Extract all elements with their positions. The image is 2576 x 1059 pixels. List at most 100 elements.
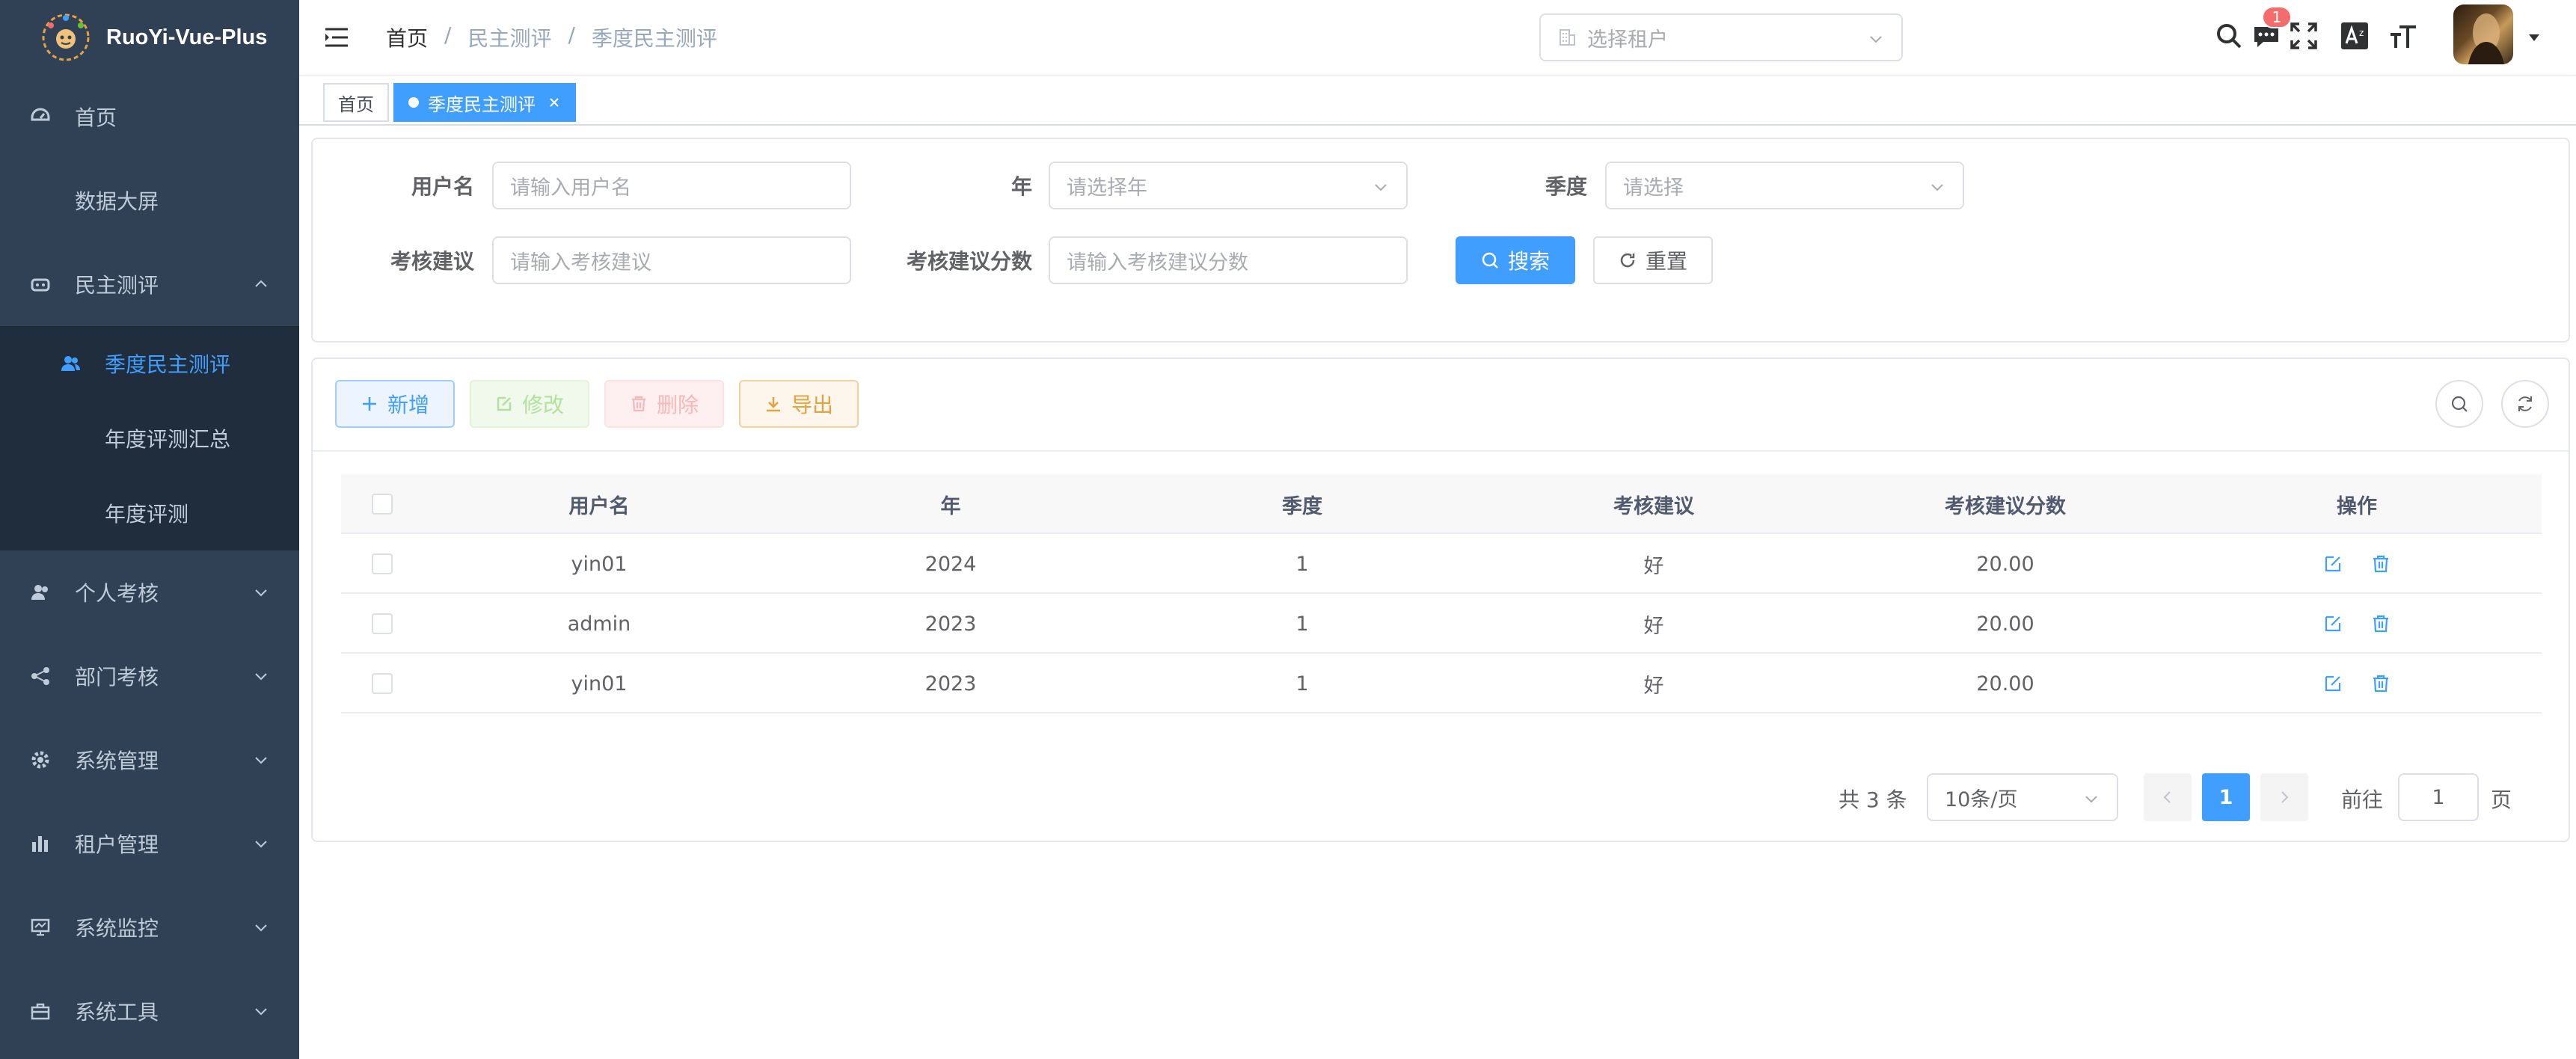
next-page-button[interactable]: [2260, 773, 2308, 821]
quarter-label: 季度: [1545, 174, 1587, 199]
tree-icon: [31, 667, 49, 685]
sidebar-item-system-tools[interactable]: 系统工具: [0, 969, 299, 1053]
search-icon[interactable]: [2214, 21, 2244, 51]
logo[interactable]: RuoYi-Vue-Plus: [0, 0, 299, 75]
quarter-select[interactable]: 请选择: [1605, 162, 1964, 209]
edit-icon[interactable]: [2322, 553, 2343, 574]
toolbox-icon: [31, 1003, 50, 1020]
export-button[interactable]: 导出: [739, 380, 859, 428]
sidebar-item-system-monitor[interactable]: 系统监控: [0, 885, 299, 969]
goto-page-input[interactable]: 1: [2398, 773, 2479, 821]
add-button[interactable]: 新增: [335, 380, 455, 428]
hamburger-icon[interactable]: [323, 24, 350, 51]
chevron-down-icon: [1870, 36, 1882, 43]
cell-quarter: 1: [1295, 552, 1309, 576]
cell-username: yin01: [571, 672, 628, 696]
tag-quarterly-eval[interactable]: 季度民主测评: [393, 83, 576, 122]
caret-down-icon[interactable]: [2527, 30, 2542, 45]
cell-year: 2023: [924, 612, 977, 636]
suggestion-placeholder: 请输入考核建议: [510, 251, 651, 274]
breadcrumb-democratic-eval: 民主测评: [467, 26, 552, 51]
person-icon: [31, 585, 48, 600]
trash-icon[interactable]: [2370, 553, 2391, 574]
row-checkbox[interactable]: [372, 553, 393, 574]
edit-icon: [497, 396, 512, 411]
chevron-up-icon: [255, 280, 267, 287]
reset-button[interactable]: 重置: [1593, 236, 1713, 284]
avatar[interactable]: [2453, 4, 2513, 64]
page-number-current[interactable]: 1: [2202, 773, 2250, 821]
search-button[interactable]: 搜索: [1456, 236, 1575, 284]
chevron-down-icon: [255, 924, 267, 932]
page-unit-label: 页: [2491, 788, 2512, 812]
sidebar-item-system-management[interactable]: 系统管理: [0, 718, 299, 802]
cell-score: 20.00: [1976, 612, 2034, 636]
chevron-left-icon: [2163, 791, 2171, 803]
year-placeholder: 请选择年: [1067, 176, 1147, 200]
breadcrumb-home[interactable]: 首页: [386, 22, 428, 52]
close-icon[interactable]: [548, 96, 561, 109]
chevron-down-icon: [255, 589, 267, 597]
tenant-select-placeholder: 选择租户: [1587, 28, 1668, 52]
page-size-value: 10条/页: [1945, 788, 2018, 811]
goto-label: 前往: [2341, 788, 2384, 812]
tag-home[interactable]: 首页: [323, 83, 389, 122]
sidebar: RuoYi-Vue-Plus 首页 数据大屏 民主测评 季度民主测评 年度评测汇…: [0, 0, 299, 1059]
cell-year: 2023: [924, 672, 977, 696]
sidebar-item-personal-assessment[interactable]: 个人考核: [0, 550, 299, 634]
sidebar-item-quarterly-eval[interactable]: 季度民主测评: [0, 326, 299, 401]
sidebar-item-democratic-eval[interactable]: 民主测评: [0, 242, 299, 326]
breadcrumb-quarterly-eval: 季度民主测评: [591, 26, 717, 51]
trash-icon[interactable]: [2370, 613, 2391, 634]
people-icon: [61, 356, 80, 371]
column-header: 用户名: [568, 494, 630, 518]
chevron-down-icon: [2085, 796, 2097, 803]
font-size-icon[interactable]: [2389, 21, 2419, 51]
cell-username: admin: [567, 612, 631, 636]
fullscreen-icon[interactable]: [2289, 21, 2319, 51]
row-select-cell: [341, 534, 423, 594]
toggle-search-button[interactable]: [2435, 380, 2483, 428]
username-placeholder: 请输入用户名: [510, 176, 631, 200]
sidebar-item-home[interactable]: 首页: [0, 75, 299, 159]
cell-actions: [2181, 594, 2533, 654]
year-label: 年: [1011, 174, 1032, 199]
sidebar-item-annual-summary[interactable]: 年度评测汇总: [0, 401, 299, 476]
delete-button[interactable]: 删除: [604, 380, 724, 428]
sidebar-item-dept-assessment[interactable]: 部门考核: [0, 634, 299, 718]
edit-button[interactable]: 修改: [470, 380, 589, 428]
logo-icon: [42, 13, 90, 61]
sidebar-item-annual-eval[interactable]: 年度评测: [0, 476, 299, 550]
refresh-button[interactable]: [2501, 380, 2549, 428]
chevron-down-icon: [1931, 184, 1943, 191]
cell-year: 2024: [924, 552, 977, 576]
sidebar-item-data-screen[interactable]: 数据大屏: [0, 159, 299, 242]
cell-actions: [2181, 654, 2533, 713]
row-checkbox[interactable]: [372, 613, 393, 634]
edit-icon[interactable]: [2322, 673, 2343, 694]
search-icon: [2451, 396, 2468, 412]
search-icon: [1482, 252, 1498, 268]
eval-icon: [31, 278, 50, 292]
year-select[interactable]: 请选择年: [1049, 162, 1408, 209]
score-label: 考核建议分数: [906, 249, 1032, 274]
toolbar-divider: [313, 450, 2569, 452]
table-row: yin01 2024 1 好 20.00: [341, 534, 2542, 594]
trash-icon[interactable]: [2370, 673, 2391, 694]
row-checkbox[interactable]: [372, 673, 393, 694]
sidebar-item-label: 部门考核: [75, 665, 159, 690]
data-table: 用户名 年 季度 考核建议 考核建议分数 操作 yin01 2024 1 好 2…: [341, 474, 2542, 713]
score-input[interactable]: 请输入考核建议分数: [1049, 236, 1408, 284]
tenant-select[interactable]: 选择租户: [1539, 13, 1903, 61]
suggestion-input[interactable]: 请输入考核建议: [492, 236, 851, 284]
edit-icon[interactable]: [2322, 613, 2343, 634]
page-size-select[interactable]: 10条/页: [1927, 773, 2118, 821]
select-all-cell: [341, 474, 423, 534]
prev-page-button[interactable]: [2144, 773, 2192, 821]
tag-label: 季度民主测评: [428, 93, 536, 115]
svg-text:z: z: [2359, 28, 2364, 38]
username-input[interactable]: 请输入用户名: [492, 162, 851, 209]
select-all-checkbox[interactable]: [372, 494, 393, 515]
sidebar-item-tenant-management[interactable]: 租户管理: [0, 802, 299, 885]
language-icon[interactable]: z: [2340, 21, 2370, 51]
